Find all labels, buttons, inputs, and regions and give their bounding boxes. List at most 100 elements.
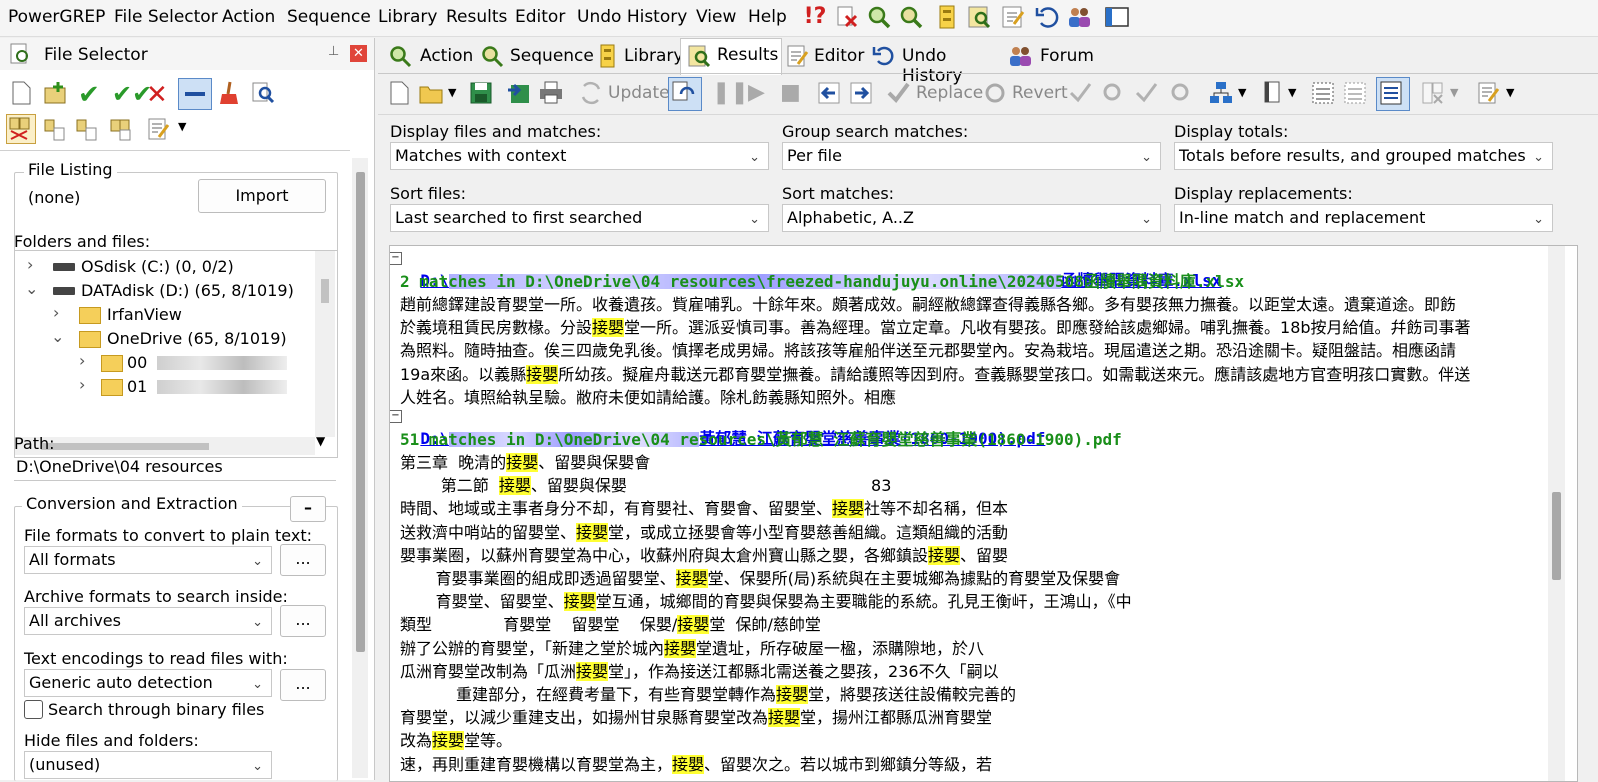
menu-undo-history[interactable]: Undo History — [577, 7, 687, 27]
expand-icon[interactable]: › — [79, 375, 85, 394]
results-vscroll-thumb[interactable] — [1552, 492, 1561, 580]
collapse-conversion-button[interactable]: – — [290, 496, 326, 522]
tab-editor[interactable]: Editor — [784, 41, 866, 73]
context-line[interactable]: 育嬰堂，以減少重建支出，如揚州甘泉縣育嬰堂改為接嬰堂，揚州江都縣瓜洲育嬰堂 — [400, 707, 992, 729]
context-line[interactable]: 育嬰事業圈的組成即透過留嬰堂、接嬰堂、保嬰所(局)系統與在主要城鄉為據點的育嬰堂… — [400, 568, 1120, 590]
results-pane[interactable]: − D:\ 函牘舉隅資料庫.xlsx 2 matches in D:\OneDri… — [389, 245, 1578, 782]
path-dropdown-icon[interactable]: ▼ — [316, 434, 325, 448]
open-dropdown-icon[interactable]: ▼ — [448, 86, 456, 99]
display-options-icon[interactable] — [1260, 80, 1286, 106]
binary-checkbox[interactable] — [24, 700, 43, 719]
archives-select[interactable]: All archives ⌄ — [24, 607, 272, 635]
menu-editor[interactable]: Editor — [515, 7, 565, 27]
pause-icon[interactable]: ❚❚ — [712, 80, 749, 106]
edit-results-dropdown-icon[interactable]: ▼ — [1506, 86, 1514, 99]
context-line[interactable]: 19a來函。以義縣接嬰所幼孩。擬雇舟載送元郡育嬰堂撫養。請給護照等因到府。查義縣… — [400, 364, 1470, 386]
hide-select[interactable]: (unused) ⌄ — [24, 751, 272, 779]
context-line[interactable]: 嬰事業圈，以蘇州育嬰堂為中心，收蘇州府與太倉州寶山縣之嬰，各鄉鎮設接嬰、留嬰 — [400, 545, 1008, 567]
left-vscrollbar[interactable] — [352, 158, 368, 778]
menu-action[interactable]: Action — [222, 7, 275, 27]
context-line[interactable]: 趙前總鐸建設育嬰堂一所。收養遺孩。貲雇哺乳。十餘年來。頗著成效。嗣經敝總鐸查得義… — [400, 294, 1456, 316]
clear-dropdown-icon[interactable]: ▼ — [1450, 86, 1458, 99]
pin-icon[interactable]: ⊥ — [328, 44, 339, 59]
edit-list-icon[interactable] — [146, 116, 172, 142]
library-icon[interactable] — [934, 4, 960, 30]
tree-vscrollbar[interactable] — [315, 251, 335, 437]
play-icon[interactable]: ▶ — [748, 80, 774, 106]
broom-clean-icon[interactable] — [216, 80, 242, 106]
expand-icon[interactable]: › — [53, 303, 59, 322]
display-dropdown-icon[interactable]: ▼ — [1288, 86, 1296, 99]
tree-node[interactable]: ⌄ OneDrive (65, 8/1019) — [49, 327, 329, 351]
results-icon[interactable] — [966, 4, 992, 30]
filter-files-icon[interactable] — [74, 116, 100, 142]
context-line[interactable]: 育嬰堂、留嬰堂、接嬰堂互通，城鄉間的育嬰與保嬰為主要職能的系統。孔見王衡屽，王鴻… — [400, 591, 1132, 613]
collapse-all-icon[interactable] — [1310, 80, 1336, 106]
tab-sequence[interactable]: Sequence — [476, 41, 594, 73]
context-line[interactable]: 瓜洲育嬰堂改制為「瓜洲接嬰堂」，作為接送江都縣北需送養之嬰孩，236不久「嗣以 — [400, 661, 999, 683]
edit-list-dropdown-icon[interactable]: ▼ — [178, 120, 186, 133]
replace-icon[interactable] — [886, 80, 912, 106]
context-line[interactable]: 改為接嬰堂等。 — [400, 730, 512, 752]
revert-icon[interactable] — [982, 80, 1008, 106]
context-line[interactable]: 時間、地域或主事者身分不却，有育嬰社、育嬰會、留嬰堂、接嬰社等不却名稱，但本 — [400, 498, 1008, 520]
archives-more-button[interactable]: ... — [280, 605, 326, 637]
folder-tree[interactable]: › OSdisk (C:) (0, 0/2) ⌄ DATAdisk (D:) (… — [14, 250, 338, 458]
replace-file-icon[interactable] — [1134, 80, 1160, 106]
save-to-file-icon[interactable] — [506, 80, 532, 106]
context-line[interactable]: 辦了公辦的育嬰堂，「新建之堂於城內接嬰堂遺址，所存破屋一楹，添購隙地，於八 — [400, 638, 984, 660]
tree-hscroll-thumb[interactable] — [41, 443, 209, 450]
expand-all-icon[interactable] — [1342, 80, 1368, 106]
menu-view[interactable]: View — [696, 7, 736, 27]
save-icon[interactable] — [468, 80, 494, 106]
left-vscroll-thumb[interactable] — [356, 172, 365, 652]
expand-icon[interactable]: › — [27, 255, 33, 274]
tab-undo-history[interactable]: Undo History — [870, 41, 1000, 86]
results-vscrollbar[interactable] — [1548, 246, 1565, 781]
encodings-select[interactable]: Generic auto detection ⌄ — [24, 669, 272, 697]
menu-library[interactable]: Library — [378, 7, 437, 27]
tree-hscrollbar[interactable] — [15, 437, 315, 455]
menu-powergrep[interactable]: PowerGREP — [8, 7, 105, 27]
context-line[interactable]: 為照料。隨時抽查。俟三四歲免乳後。慎擇老成男婦。將該孩等雇船伴送至元郡嬰堂內。安… — [400, 340, 1456, 362]
print-icon[interactable] — [538, 80, 564, 106]
encodings-more-button[interactable]: ... — [280, 669, 326, 701]
collapse-icon[interactable]: ⌄ — [25, 279, 38, 298]
display-totals-select[interactable]: Totals before results, and grouped match… — [1174, 142, 1553, 170]
show-options-icon[interactable] — [1376, 77, 1410, 111]
formats-select[interactable]: All formats ⌄ — [24, 546, 272, 574]
context-line[interactable]: 類型 育嬰堂 留嬰堂 保嬰/接嬰堂 保帥/慈帥堂 — [400, 614, 821, 636]
forum-icon[interactable] — [1066, 4, 1092, 30]
search-preview-icon[interactable] — [898, 4, 924, 30]
menu-sequence[interactable]: Sequence — [287, 7, 371, 27]
menu-results[interactable]: Results — [446, 7, 507, 27]
auto-update-icon[interactable] — [668, 77, 702, 111]
revert-file-icon[interactable] — [1168, 80, 1194, 106]
path-field[interactable]: D:\OneDrive\04 resources — [14, 454, 336, 481]
filter-all-files-icon[interactable] — [6, 114, 36, 144]
clear-selection-icon[interactable] — [178, 78, 212, 110]
context-line[interactable]: 速，再則重建育嬰機構以育嬰堂為主，接嬰、留嬰次之。若以城市到鄉鎮分等級，若 — [400, 754, 992, 776]
update-button[interactable]: Update — [608, 83, 670, 103]
tree-node[interactable]: › OSdisk (C:) (0, 0/2) — [23, 255, 323, 279]
clear-files-icon[interactable] — [834, 4, 860, 30]
include-subfolders-icon[interactable]: ✔✔ — [112, 80, 152, 108]
open-folder-icon[interactable] — [418, 80, 444, 106]
update-icon[interactable] — [578, 80, 604, 106]
editor-icon[interactable] — [1000, 4, 1026, 30]
next-match-icon[interactable] — [848, 80, 874, 106]
tree-vscroll-thumb[interactable] — [321, 279, 329, 303]
menu-file-selector[interactable]: File Selector — [114, 7, 218, 27]
tab-action[interactable]: Action — [384, 41, 473, 73]
context-line[interactable]: 送救濟中哨站的留嬰堂、接嬰堂，或成立拯嬰會等小型育嬰慈善組織。這類組織的活動 — [400, 522, 1008, 544]
layout-icon[interactable] — [1104, 4, 1130, 30]
tree-node[interactable]: › IrfanView — [49, 303, 329, 327]
close-panel-icon[interactable]: ✕ — [350, 45, 367, 62]
filter-folders-icon[interactable] — [42, 116, 68, 142]
tree-node[interactable]: › 01 — [75, 375, 325, 399]
revert-button[interactable]: Revert — [1012, 83, 1068, 103]
previous-match-icon[interactable] — [816, 80, 842, 106]
tab-forum[interactable]: Forum — [1004, 41, 1094, 73]
tree-node[interactable]: › 00 — [75, 351, 325, 375]
filter-matched-icon[interactable] — [108, 116, 134, 142]
